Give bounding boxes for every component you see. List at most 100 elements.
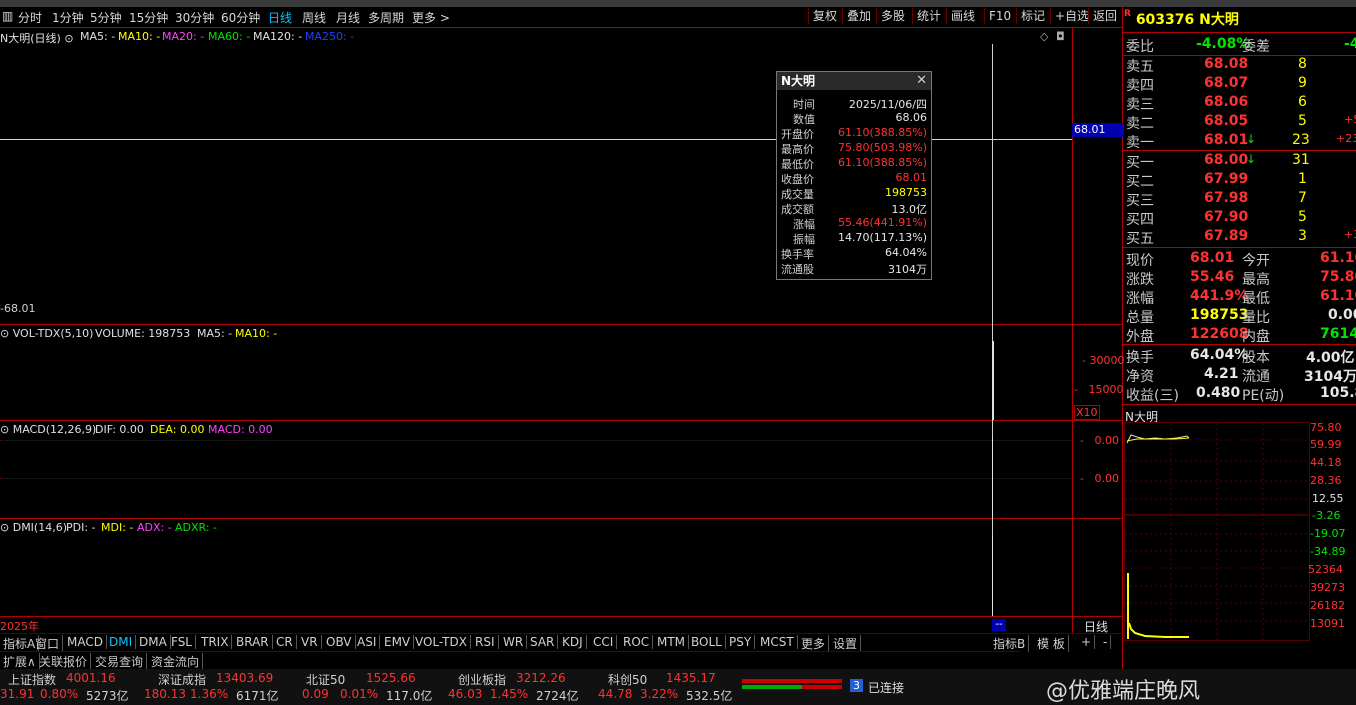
tab-dmi[interactable]: DMI <box>106 635 137 649</box>
panel-divider-1 <box>0 324 1122 325</box>
stats-button[interactable]: 统计 <box>912 8 945 24</box>
macd-grid <box>0 440 1072 442</box>
tab-trix[interactable]: TRIX <box>198 635 233 649</box>
index-name[interactable]: 深证成指 <box>158 671 206 688</box>
index-change: 31.91 <box>0 687 35 701</box>
period-tab-fenshi[interactable]: 分时 <box>18 9 42 26</box>
tab-rsi[interactable]: RSI <box>472 635 499 649</box>
ma10-label: MA10: - <box>118 30 161 43</box>
popup-value: 61.10(388.85%) <box>837 156 927 169</box>
tab-obv[interactable]: OBV <box>323 635 356 649</box>
overlay-button[interactable]: 叠加 <box>842 8 875 24</box>
stat-value: 4.21 <box>1204 366 1239 382</box>
zoom-in-button[interactable]: + <box>1078 635 1096 649</box>
tab-more[interactable]: 更多 <box>798 635 830 652</box>
window-icon[interactable]: ◘ <box>1056 30 1065 43</box>
popup-value: 64.04% <box>885 246 927 259</box>
index-name[interactable]: 北证50 <box>306 671 345 688</box>
market-breadth-icon <box>742 679 842 694</box>
weibi-row: 委比 -4.08% 委差 -4 <box>1124 35 1356 55</box>
popup-value: 14.70(117.13%) <box>837 231 927 244</box>
tab-trade-query[interactable]: 交易查询 <box>92 653 148 670</box>
stat-value: 64.04% <box>1190 347 1249 363</box>
index-change: 44.78 <box>598 687 633 701</box>
buy-vol: 3 <box>1298 228 1307 244</box>
tab-kdj[interactable]: KDJ <box>559 635 587 649</box>
draw-line-button[interactable]: 画线 <box>946 8 979 24</box>
tab-brar[interactable]: BRAR <box>233 635 273 649</box>
price-crosshair-tag: 68.01 <box>1072 123 1124 137</box>
period-tab-multi[interactable]: 多周期 <box>368 9 404 26</box>
period-tab-60min[interactable]: 60分钟 <box>221 9 260 26</box>
tab-mcst[interactable]: MCST <box>757 635 798 649</box>
add-watchlist-button[interactable]: +自选 <box>1050 8 1093 24</box>
stat-row: 涨跌 55.46 最高 75.80 <box>1124 268 1356 288</box>
tab-sar[interactable]: SAR <box>527 635 559 649</box>
tab-fsl[interactable]: FSL <box>168 635 196 649</box>
tab-psy[interactable]: PSY <box>726 635 756 649</box>
back-button[interactable]: 返回 <box>1088 8 1121 24</box>
tab-cci[interactable]: CCI <box>590 635 618 649</box>
period-tab-month[interactable]: 月线 <box>336 9 360 26</box>
mini-tick: 75.80 <box>1310 421 1342 434</box>
ma20-label: MA20: - <box>162 30 205 43</box>
mini-chart-svg <box>1125 423 1309 640</box>
dropdown-icon[interactable]: ⊙ <box>64 32 73 45</box>
macd-dif: DIF: 0.00 <box>95 423 144 436</box>
tab-cr[interactable]: CR <box>273 635 297 649</box>
ma250-label: MA250: - <box>305 30 355 43</box>
mark-button[interactable]: 标记 <box>1016 8 1049 24</box>
index-name[interactable]: 科创50 <box>608 671 647 688</box>
stat-value: 55.46 <box>1190 269 1235 285</box>
index-name[interactable]: 上证指数 <box>8 671 56 688</box>
period-tab-more[interactable]: 更多 > <box>412 9 450 26</box>
period-tab-5min[interactable]: 5分钟 <box>90 9 122 26</box>
buy-label: 买一 <box>1126 155 1154 171</box>
macd-dea: DEA: 0.00 <box>150 423 205 436</box>
fuquan-button[interactable]: 复权 <box>808 8 841 24</box>
tab-fund-flow[interactable]: 资金流向 <box>148 653 204 670</box>
index-change: 0.09 <box>302 687 329 701</box>
macd-panel-title: ⊙ MACD(12,26,9) <box>0 423 97 436</box>
tab-wr[interactable]: WR <box>500 635 528 649</box>
index-value: 13403.69 <box>216 671 274 685</box>
tab-vol-tdx[interactable]: VOL-TDX <box>412 635 471 649</box>
period-tab-15min[interactable]: 15分钟 <box>129 9 168 26</box>
quote-divider <box>1122 344 1356 345</box>
tab-related-quotes[interactable]: 关联报价 <box>36 653 92 670</box>
tab-window[interactable]: 窗口 <box>32 635 64 652</box>
multi-stock-button[interactable]: 多股 <box>876 8 909 24</box>
diamond-icon[interactable]: ◇ <box>1040 30 1048 43</box>
zoom-out-button[interactable]: - <box>1100 635 1112 649</box>
tab-emv[interactable]: EMV <box>381 635 415 649</box>
tab-roc[interactable]: ROC <box>620 635 654 649</box>
period-tab-week[interactable]: 周线 <box>302 9 326 26</box>
tab-asi[interactable]: ASI <box>354 635 381 649</box>
sell-label: 卖五 <box>1126 59 1154 75</box>
stat-key: 涨幅 <box>1126 291 1154 307</box>
tab-mtm[interactable]: MTM <box>654 635 690 649</box>
tab-boll[interactable]: BOLL <box>688 635 726 649</box>
period-tab-30min[interactable]: 30分钟 <box>175 9 214 26</box>
menu-icon[interactable]: ▥ <box>2 9 13 23</box>
stat2-row: 换手 64.04% 股本 4.00亿 <box>1124 346 1356 366</box>
tab-indicator-b[interactable]: 指标B <box>990 635 1030 652</box>
stat-key: 外盘 <box>1126 329 1154 345</box>
popup-value: 75.80(503.98%) <box>837 141 927 154</box>
tab-template[interactable]: 模 板 <box>1034 635 1069 652</box>
close-icon[interactable]: ✕ <box>916 73 927 88</box>
period-tab-day[interactable]: 日线 <box>268 9 292 26</box>
period-tab-1min[interactable]: 1分钟 <box>52 9 84 26</box>
tab-settings[interactable]: 设置 <box>830 635 862 652</box>
tab-dma[interactable]: DMA <box>136 635 171 649</box>
tab-expand[interactable]: 扩展∧ <box>0 653 40 670</box>
stat-key: 量比 <box>1242 310 1270 326</box>
tab-macd[interactable]: MACD <box>64 635 107 649</box>
sell-price: 68.01 <box>1204 132 1249 148</box>
index-name[interactable]: 创业板指 <box>458 671 506 688</box>
tab-vr[interactable]: VR <box>298 635 322 649</box>
popup-value: 61.10(388.85%) <box>837 126 927 139</box>
buy-chg: +3 <box>1344 228 1356 241</box>
f10-button[interactable]: F10 <box>984 8 1015 24</box>
mini-vol-tick: 39273 <box>1310 581 1345 594</box>
